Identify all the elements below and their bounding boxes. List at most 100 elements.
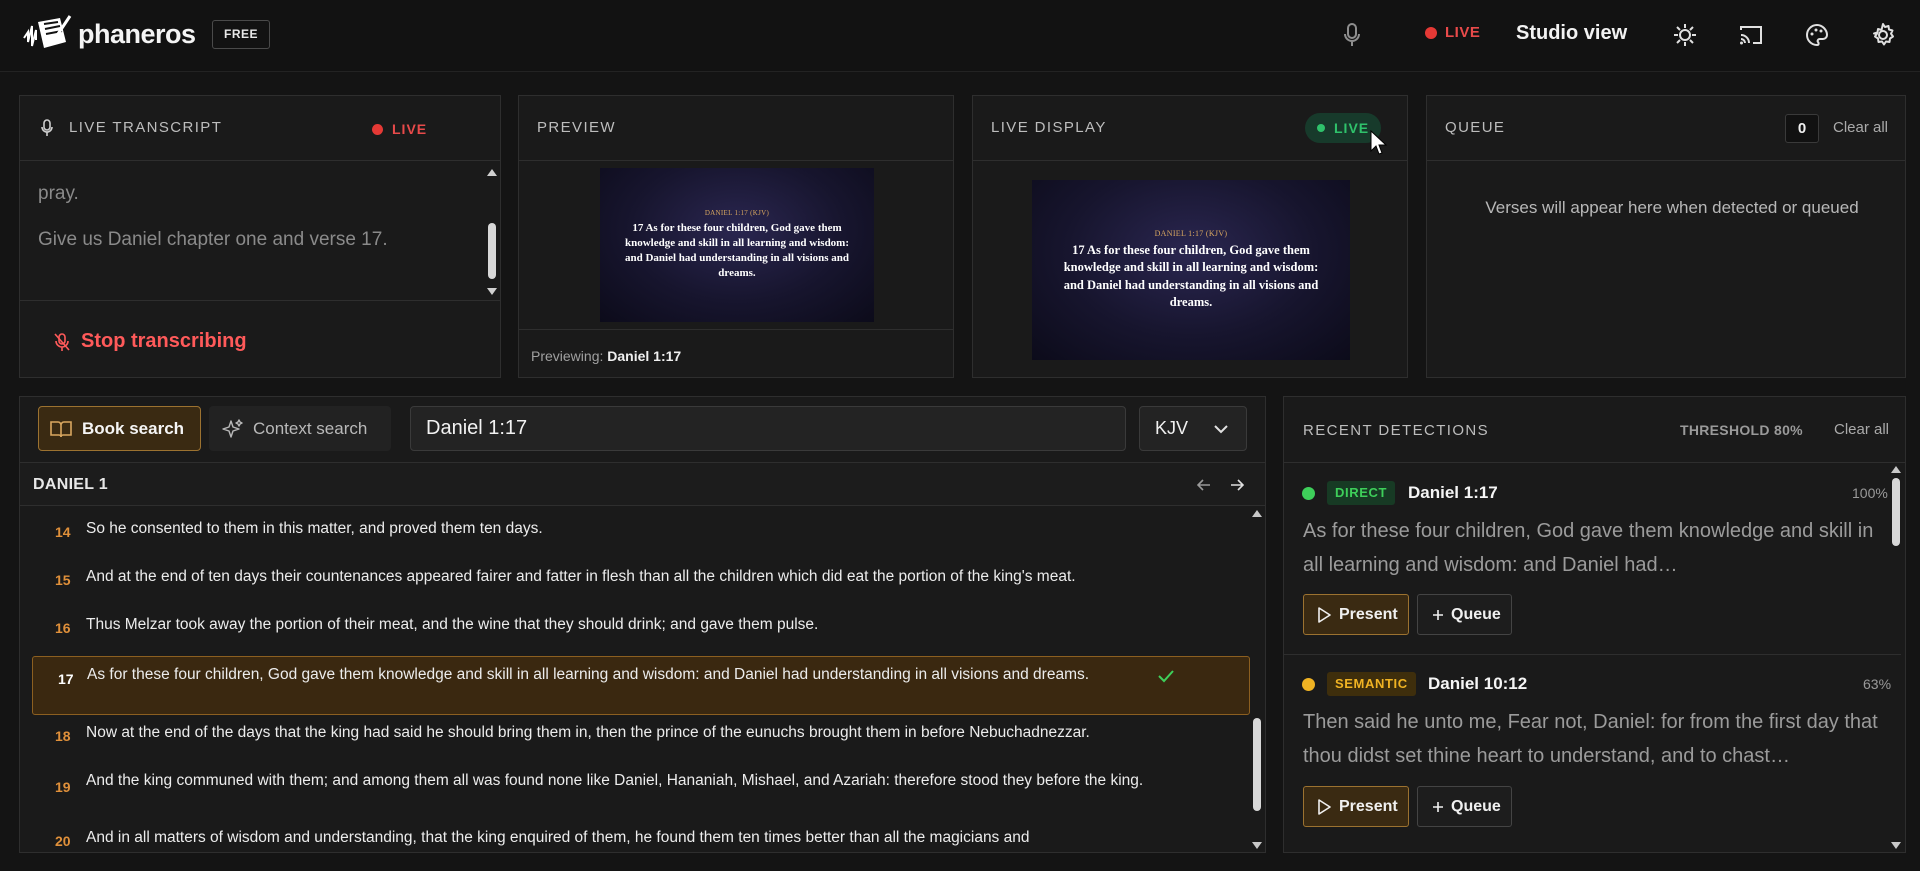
present-button[interactable]: Present <box>1303 786 1409 827</box>
preview-footer: Previewing: Daniel 1:17 <box>519 329 953 377</box>
verse-row[interactable]: 20 And in all matters of wisdom and unde… <box>20 827 1240 851</box>
mouse-cursor-icon <box>1370 130 1388 155</box>
verse-text: As for these four children, God gave the… <box>87 666 1090 683</box>
plus-icon <box>1433 609 1443 620</box>
version-value: KJV <box>1155 418 1189 438</box>
detection-text: Then said he unto me, Fear not, Daniel: … <box>1303 711 1878 767</box>
scroll-down-arrow[interactable] <box>1891 842 1901 849</box>
chapter-header: DANIEL 1 <box>20 462 1265 506</box>
transcript-scroll-area[interactable]: pray. Give us Daniel chapter one and ver… <box>20 161 500 301</box>
scroll-up-arrow[interactable] <box>1252 510 1262 517</box>
detections-title: RECENT DETECTIONS <box>1303 422 1490 439</box>
preview-header: PREVIEW <box>519 96 953 161</box>
gear-icon[interactable] <box>1870 22 1896 48</box>
check-icon <box>1158 670 1174 683</box>
live-transcript-panel: LIVE TRANSCRIPT LIVE pray. Give us Danie… <box>19 95 501 378</box>
top-bar: phaneros FREE LIVE Studio view <box>0 0 1920 72</box>
present-label: Present <box>1339 797 1398 815</box>
scroll-down-arrow[interactable] <box>487 288 497 295</box>
transcript-header: LIVE TRANSCRIPT LIVE <box>20 96 500 161</box>
live-label: LIVE <box>392 121 428 137</box>
scroll-up-arrow[interactable] <box>487 169 497 176</box>
detections-header: RECENT DETECTIONS THRESHOLD 80% Clear al… <box>1284 397 1905 463</box>
queue-panel: QUEUE <box>1426 95 1906 378</box>
plus-icon <box>1433 801 1443 812</box>
present-label: Present <box>1339 605 1398 623</box>
live-display-header: LIVE DISPLAY LIVE <box>973 96 1407 161</box>
tab-context-search[interactable]: Context search <box>209 406 391 451</box>
present-button[interactable]: Present <box>1303 594 1409 635</box>
sun-icon[interactable] <box>1672 22 1698 48</box>
live-indicator: LIVE <box>1425 24 1480 41</box>
detection-reference: Daniel 10:12 <box>1428 674 1528 693</box>
detection-confidence: 63% <box>1863 676 1892 692</box>
transcript-line: pray. <box>38 183 79 204</box>
queue-empty-message: Verses will appear here when detected or… <box>1485 198 1859 217</box>
live-label: LIVE <box>1334 120 1370 136</box>
verse-row[interactable]: 19 And the king communed with them; and … <box>20 769 1240 815</box>
transcript-live-badge: LIVE <box>372 121 427 137</box>
arrow-right-icon[interactable] <box>1230 479 1244 491</box>
scroll-up-arrow[interactable] <box>1891 466 1901 473</box>
live-dot <box>372 123 383 135</box>
microphone-icon[interactable] <box>1342 22 1362 48</box>
cast-icon[interactable] <box>1738 22 1764 48</box>
verse-text: And the king communed with them; and amo… <box>86 772 1144 789</box>
verse-text: Now at the end of the days that the king… <box>86 724 1090 741</box>
divider <box>1284 654 1901 655</box>
detections-clear-all-button[interactable]: Clear all <box>1834 421 1889 438</box>
verse-row-selected[interactable]: 17 As for these four children, God gave … <box>32 656 1250 715</box>
play-icon <box>1318 798 1331 815</box>
verse-search-input[interactable] <box>410 406 1126 451</box>
verse-row[interactable]: 15 And at the end of ten days their coun… <box>20 566 1240 590</box>
verse-number: 16 <box>55 620 71 636</box>
detections-scrollbar[interactable] <box>1892 478 1900 546</box>
live-display-title: LIVE DISPLAY <box>991 119 1107 136</box>
transcript-scrollbar[interactable] <box>488 223 496 279</box>
app-logo[interactable]: phaneros <box>20 12 196 56</box>
arrow-left-icon[interactable] <box>1197 479 1211 491</box>
stop-label: Stop transcribing <box>81 330 247 352</box>
microphone-icon <box>41 119 53 136</box>
verse-text: And at the end of ten days their counten… <box>86 568 1076 585</box>
detection-confidence: 100% <box>1852 485 1888 501</box>
verse-text: Thus Melzar took away the portion of the… <box>86 616 819 633</box>
detection-type-badge: SEMANTIC <box>1327 672 1416 696</box>
slide-text: 17 As for these four children, God gave … <box>1063 243 1319 309</box>
app-name: phaneros <box>78 18 196 49</box>
scroll-down-arrow[interactable] <box>1252 842 1262 849</box>
preview-panel: PREVIEW DANIEL 1:17 (KJV) 17 As for thes… <box>518 95 954 378</box>
tab-label: Context search <box>253 418 368 438</box>
preview-slide[interactable]: DANIEL 1:17 (KJV) 17 As for these four c… <box>600 168 874 322</box>
bible-version-select[interactable]: KJV <box>1139 406 1247 451</box>
tab-book-search[interactable]: Book search <box>38 406 201 451</box>
chevron-down-icon <box>1214 425 1228 434</box>
transcript-title: LIVE TRANSCRIPT <box>69 119 223 136</box>
mic-off-icon <box>54 332 70 351</box>
verse-row[interactable]: 16 Thus Melzar took away the portion of … <box>20 614 1240 638</box>
stop-transcribing-button[interactable]: Stop transcribing <box>53 330 247 353</box>
studio-view-button[interactable]: Studio view <box>1516 22 1627 45</box>
status-dot <box>1302 487 1315 500</box>
verse-text: So he consented to them in this matter, … <box>86 520 543 537</box>
queue-button[interactable]: Queue <box>1417 786 1512 827</box>
preview-reference: Daniel 1:17 <box>607 348 682 364</box>
live-label: LIVE <box>1445 24 1481 41</box>
logo-icon <box>23 15 72 48</box>
live-dot <box>1317 124 1325 132</box>
verse-number: 20 <box>55 833 71 849</box>
palette-icon[interactable] <box>1804 22 1830 48</box>
tab-label: Book search <box>82 418 185 438</box>
queue-clear-all-button[interactable]: Clear all <box>1833 119 1888 136</box>
live-display-panel: LIVE DISPLAY LIVE DANIEL 1:17 (KJV) 17 A… <box>972 95 1408 378</box>
status-dot <box>1302 678 1315 691</box>
chapter-title: DANIEL 1 <box>33 476 109 493</box>
live-slide[interactable]: DANIEL 1:17 (KJV) 17 As for these four c… <box>1032 180 1350 360</box>
verse-list-scrollbar[interactable] <box>1253 718 1261 811</box>
verse-row[interactable]: 14 So he consented to them in this matte… <box>20 518 1240 542</box>
verse-number: 18 <box>55 728 71 744</box>
preview-title: PREVIEW <box>537 119 616 136</box>
queue-button[interactable]: Queue <box>1417 594 1512 635</box>
slide-text: 17 As for these four children, God gave … <box>624 221 850 280</box>
verse-row[interactable]: 18 Now at the end of the days that the k… <box>20 722 1240 746</box>
